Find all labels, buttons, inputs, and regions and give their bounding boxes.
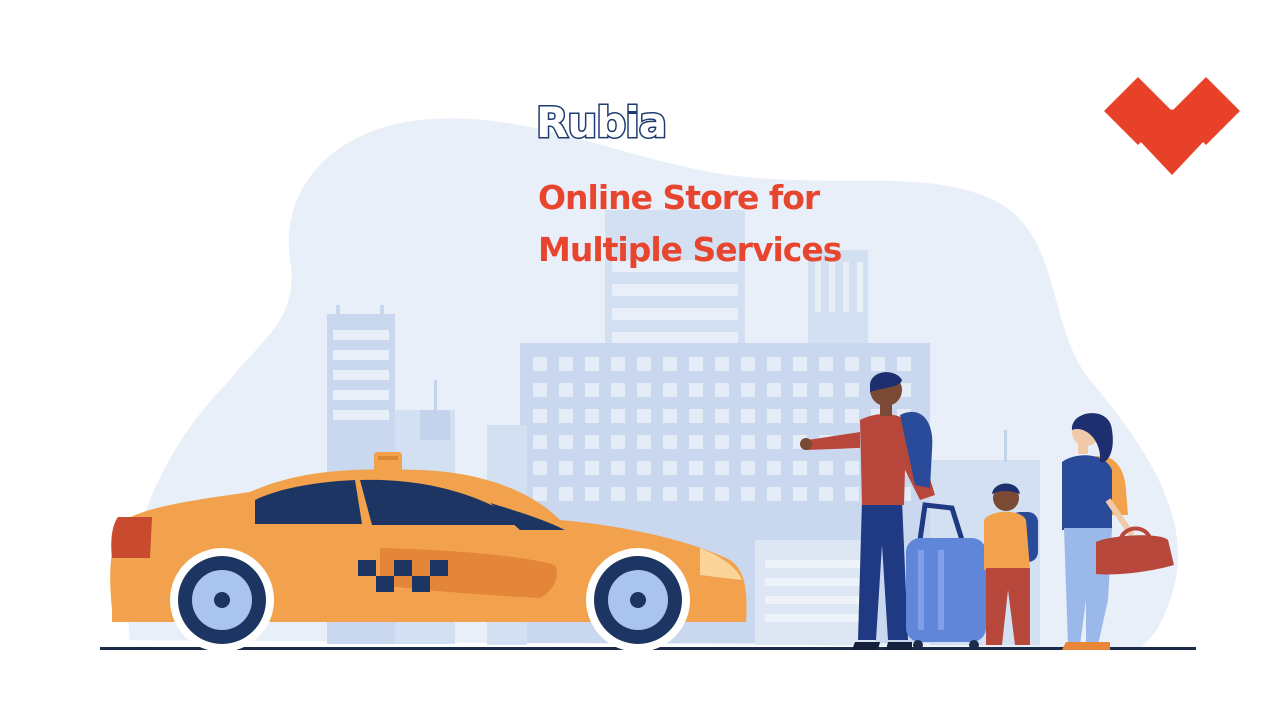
building-window (637, 383, 651, 397)
building-window (793, 487, 807, 501)
red-diamond-tiles-logo (1104, 77, 1240, 175)
building-window (741, 409, 755, 423)
building-window (793, 357, 807, 371)
building-window (559, 461, 573, 475)
building-window (637, 435, 651, 449)
building-window (715, 487, 729, 501)
building-window (663, 461, 677, 475)
building-window (845, 461, 859, 475)
slide: Rubia Online Store for Multiple Services (0, 0, 1280, 719)
building-window (819, 357, 833, 371)
building-window (689, 357, 703, 371)
building-window (533, 409, 547, 423)
building-window (715, 409, 729, 423)
building-window (767, 435, 781, 449)
building-window (871, 357, 885, 371)
building-window (559, 435, 573, 449)
building-window (897, 357, 911, 371)
building-window (741, 435, 755, 449)
building-window (793, 383, 807, 397)
building-window (585, 409, 599, 423)
building-window (767, 409, 781, 423)
building-window (533, 487, 547, 501)
building-window (845, 383, 859, 397)
building-window (793, 409, 807, 423)
building-window (689, 487, 703, 501)
building-window (689, 409, 703, 423)
building-window (611, 409, 625, 423)
building-window (585, 357, 599, 371)
building-window (637, 409, 651, 423)
building-window (611, 461, 625, 475)
building-window (559, 409, 573, 423)
building-window (533, 461, 547, 475)
building-window (741, 461, 755, 475)
building-window (637, 461, 651, 475)
building-window (663, 409, 677, 423)
building-window (663, 357, 677, 371)
building-window (559, 357, 573, 371)
building-window (715, 461, 729, 475)
building-window (689, 383, 703, 397)
building-window (533, 435, 547, 449)
building-window (611, 357, 625, 371)
building-window (585, 435, 599, 449)
building-window (689, 435, 703, 449)
building-window (559, 383, 573, 397)
building-window (715, 435, 729, 449)
building-window (611, 383, 625, 397)
building-window (845, 409, 859, 423)
tagline-line-1: Online Store for (538, 178, 820, 217)
building-window (741, 487, 755, 501)
building-window (533, 357, 547, 371)
building-window (689, 461, 703, 475)
building-window (845, 487, 859, 501)
building-window (819, 487, 833, 501)
building-window (741, 383, 755, 397)
building-window (767, 487, 781, 501)
building-window (793, 461, 807, 475)
building-window (845, 357, 859, 371)
building-window (611, 487, 625, 501)
building-window (741, 357, 755, 371)
building-window (663, 383, 677, 397)
building-window (819, 383, 833, 397)
building-window (637, 357, 651, 371)
brand-title: Rubia (534, 97, 668, 149)
building-window (559, 487, 573, 501)
building-window (611, 435, 625, 449)
building-window (767, 357, 781, 371)
building-window (585, 461, 599, 475)
tagline-line-2: Multiple Services (538, 230, 842, 269)
building-window (715, 383, 729, 397)
building-window (533, 383, 547, 397)
tagline: Online Store for Multiple Services (538, 172, 842, 276)
building-window (585, 487, 599, 501)
building-window (819, 409, 833, 423)
building-window (767, 461, 781, 475)
building-window (637, 487, 651, 501)
building-window (585, 383, 599, 397)
building-window (715, 357, 729, 371)
building-window (663, 487, 677, 501)
building-window (663, 435, 677, 449)
building-window (819, 461, 833, 475)
building-window (767, 383, 781, 397)
